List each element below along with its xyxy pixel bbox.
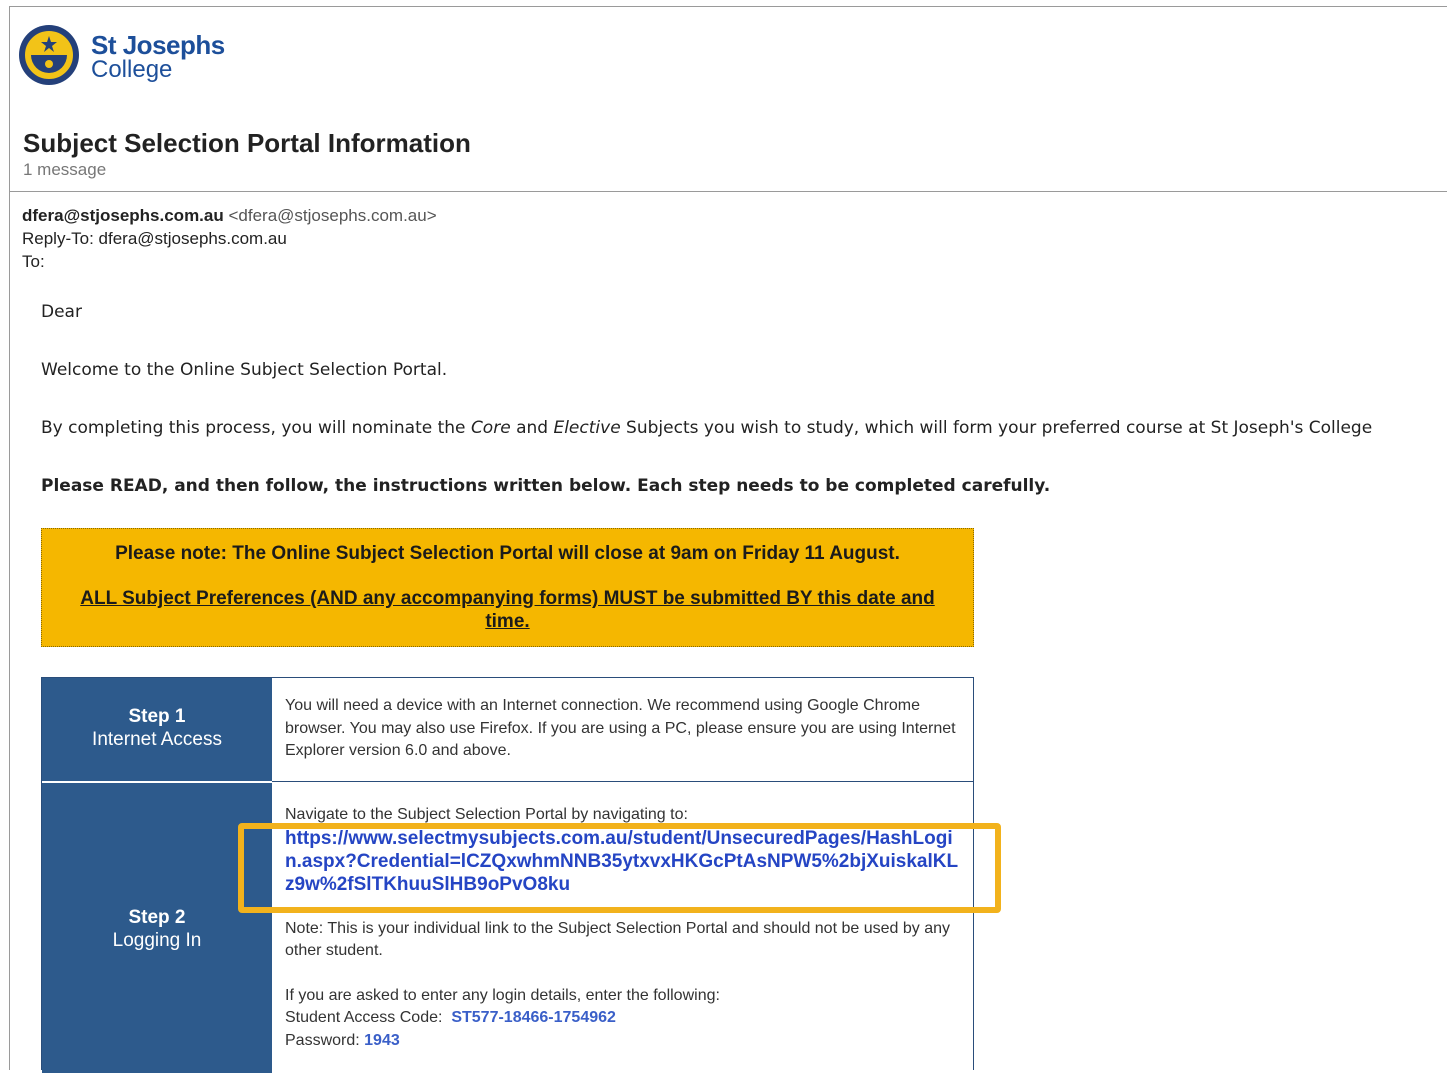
intro-text: By completing this process, you will nom… bbox=[41, 418, 1372, 438]
intro-core: Core bbox=[470, 418, 511, 438]
intro-post: Subjects you wish to study, which will f… bbox=[620, 418, 1373, 438]
brand-sub: College bbox=[91, 56, 173, 83]
to-line: To: bbox=[22, 252, 45, 271]
welcome-text: Welcome to the Online Subject Selection … bbox=[41, 360, 448, 380]
notice-line-1: Please note: The Online Subject Selectio… bbox=[115, 543, 900, 564]
greeting: Dear bbox=[41, 302, 82, 322]
sender-address: <dfera@stjosephs.com.au> bbox=[228, 206, 437, 225]
portal-login-link[interactable]: https://www.selectmysubjects.com.au/stud… bbox=[285, 827, 963, 896]
individual-link-note: Note: This is your individual link to th… bbox=[285, 919, 950, 960]
step-1-label: Step 1 Internet Access bbox=[42, 678, 272, 781]
step-2-body: Navigate to the Subject Selection Portal… bbox=[273, 804, 973, 1052]
steps-table: Step 1 Internet Access You will need a d… bbox=[41, 677, 974, 1073]
intro-pre: By completing this process, you will nom… bbox=[41, 418, 471, 438]
step-2-label: Step 2 Logging In bbox=[42, 783, 272, 1073]
password-label: Password: bbox=[285, 1031, 360, 1049]
step-2-number: Step 2 bbox=[128, 907, 186, 928]
notice-line-2: ALL Subject Preferences (AND any accompa… bbox=[80, 588, 935, 632]
step-1-number: Step 1 bbox=[128, 706, 186, 727]
intro-and: and bbox=[510, 418, 554, 438]
reply-to-line: Reply-To: dfera@stjosephs.com.au bbox=[22, 229, 287, 248]
step-1-title: Internet Access bbox=[92, 729, 222, 750]
email-subject: Subject Selection Portal Information bbox=[23, 128, 471, 158]
step-1-body: You will need a device with an Internet … bbox=[285, 697, 956, 759]
row-divider bbox=[272, 781, 973, 782]
closing-notice: Please note: The Online Subject Selectio… bbox=[41, 528, 974, 647]
access-code-label: Student Access Code: bbox=[285, 1009, 443, 1026]
sender-name[interactable]: dfera@stjosephs.com.au bbox=[22, 206, 224, 225]
message-count: 1 message bbox=[23, 160, 107, 179]
password-line: Password: 1943 bbox=[285, 1030, 963, 1053]
brand-name: St Josephs bbox=[91, 30, 225, 60]
access-code-line: Student Access Code: ST577-18466-1754962 bbox=[285, 1007, 963, 1030]
login-intro-text: If you are asked to enter any login deta… bbox=[285, 986, 720, 1004]
college-crest-icon bbox=[19, 25, 79, 85]
navigate-text: Navigate to the Subject Selection Portal… bbox=[285, 806, 688, 823]
intro-elective: Elective bbox=[553, 418, 621, 438]
step-2-title: Logging In bbox=[112, 930, 202, 951]
password-value: 1943 bbox=[364, 1031, 400, 1049]
from-line: dfera@stjosephs.com.au <dfera@stjosephs.… bbox=[22, 205, 437, 227]
access-code-value: ST577-18466-1754962 bbox=[451, 1009, 616, 1026]
header-divider bbox=[10, 191, 1447, 192]
instructions-text: Please READ, and then follow, the instru… bbox=[41, 476, 1051, 496]
